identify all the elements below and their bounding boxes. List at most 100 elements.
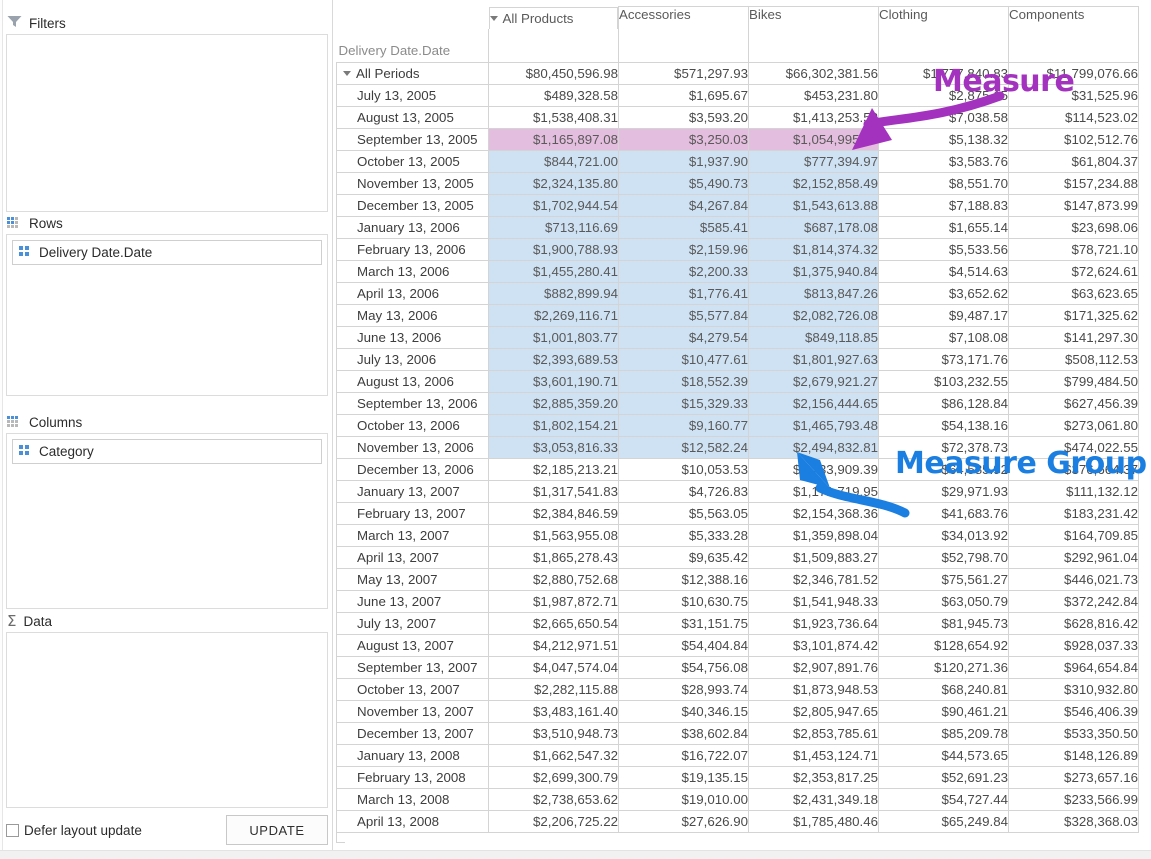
value-cell[interactable]: $1,655.14: [878, 216, 1009, 239]
value-cell[interactable]: $2,393,689.53: [488, 348, 619, 371]
value-cell[interactable]: $3,053,816.33: [488, 436, 619, 459]
value-cell[interactable]: $844,721.00: [488, 150, 619, 173]
column-header-bikes[interactable]: Bikes: [748, 6, 879, 63]
value-cell[interactable]: $9,635.42: [618, 546, 749, 569]
value-cell[interactable]: $78,721.10: [1008, 238, 1139, 261]
value-cell[interactable]: $147,873.99: [1008, 194, 1139, 217]
value-cell[interactable]: $1,801,927.63: [748, 348, 879, 371]
row-header[interactable]: December 13, 2006: [336, 458, 489, 481]
value-cell[interactable]: $7,188.83: [878, 194, 1009, 217]
value-cell[interactable]: $52,798.70: [878, 546, 1009, 569]
value-cell[interactable]: $2,665,650.54: [488, 612, 619, 635]
value-cell[interactable]: $474,022.55: [1008, 436, 1139, 459]
value-cell[interactable]: $2,885,359.20: [488, 392, 619, 415]
value-cell[interactable]: $15,329.33: [618, 392, 749, 415]
value-cell[interactable]: $1,465,793.48: [748, 414, 879, 437]
value-cell[interactable]: $376,664.37: [1008, 458, 1139, 481]
value-cell[interactable]: $1,317,541.83: [488, 480, 619, 503]
column-root-all-products[interactable]: All Products: [488, 6, 618, 29]
checkbox-box[interactable]: [6, 823, 19, 837]
value-cell[interactable]: $68,240.81: [878, 678, 1009, 701]
value-cell[interactable]: $72,624.61: [1008, 260, 1139, 283]
value-cell[interactable]: $90,461.21: [878, 700, 1009, 723]
value-cell[interactable]: $4,047,574.04: [488, 656, 619, 679]
row-header[interactable]: July 13, 2007: [336, 612, 489, 635]
row-header[interactable]: November 13, 2007: [336, 700, 489, 723]
value-cell[interactable]: $2,159.96: [618, 238, 749, 261]
row-header[interactable]: February 13, 2008: [336, 766, 489, 789]
value-cell[interactable]: $4,267.84: [618, 194, 749, 217]
value-cell[interactable]: $5,563.05: [618, 502, 749, 525]
value-cell[interactable]: $34,013.92: [878, 524, 1009, 547]
value-cell[interactable]: $1,865,278.43: [488, 546, 619, 569]
value-cell[interactable]: $2,200.33: [618, 260, 749, 283]
row-header[interactable]: July 13, 2006: [336, 348, 489, 371]
row-header-all-periods[interactable]: All Periods: [336, 62, 489, 85]
value-cell[interactable]: $2,805,947.65: [748, 700, 879, 723]
value-cell[interactable]: $3,510,948.73: [488, 722, 619, 745]
value-cell[interactable]: $2,156,444.65: [748, 392, 879, 415]
value-cell[interactable]: $446,021.73: [1008, 568, 1139, 591]
row-header[interactable]: March 13, 2006: [336, 260, 489, 283]
row-header[interactable]: January 13, 2008: [336, 744, 489, 767]
value-cell[interactable]: $849,118.85: [748, 326, 879, 349]
row-header[interactable]: April 13, 2007: [336, 546, 489, 569]
value-cell[interactable]: $2,494,832.81: [748, 436, 879, 459]
value-cell[interactable]: $111,132.12: [1008, 480, 1139, 503]
value-cell[interactable]: $2,431,349.18: [748, 788, 879, 811]
value-cell[interactable]: $533,350.50: [1008, 722, 1139, 745]
value-cell[interactable]: $273,657.16: [1008, 766, 1139, 789]
value-cell[interactable]: $1,695.67: [618, 84, 749, 107]
row-header[interactable]: August 13, 2007: [336, 634, 489, 657]
value-cell[interactable]: $1,900,788.93: [488, 238, 619, 261]
value-cell[interactable]: $3,101,874.42: [748, 634, 879, 657]
value-cell[interactable]: $1,777,840.83: [878, 62, 1009, 85]
value-cell[interactable]: $86,128.84: [878, 392, 1009, 415]
value-cell[interactable]: $102,512.76: [1008, 128, 1139, 151]
value-cell[interactable]: $3,593.20: [618, 106, 749, 129]
value-cell[interactable]: $65,249.84: [878, 810, 1009, 833]
value-cell[interactable]: $29,971.93: [878, 480, 1009, 503]
value-cell[interactable]: $1,814,374.32: [748, 238, 879, 261]
value-cell[interactable]: $75,561.27: [878, 568, 1009, 591]
value-cell[interactable]: $7,108.08: [878, 326, 1009, 349]
value-cell[interactable]: $1,455,280.41: [488, 260, 619, 283]
value-cell[interactable]: $148,126.89: [1008, 744, 1139, 767]
value-cell[interactable]: $489,328.58: [488, 84, 619, 107]
value-cell[interactable]: $2,384,846.59: [488, 502, 619, 525]
value-cell[interactable]: $2,353,817.25: [748, 766, 879, 789]
value-cell[interactable]: $63,050.79: [878, 590, 1009, 613]
value-cell[interactable]: $54,404.84: [618, 634, 749, 657]
value-cell[interactable]: $1,785,480.46: [748, 810, 879, 833]
value-cell[interactable]: $2,907,891.76: [748, 656, 879, 679]
row-header[interactable]: October 13, 2005: [336, 150, 489, 173]
value-cell[interactable]: $10,053.53: [618, 458, 749, 481]
value-cell[interactable]: $3,601,190.71: [488, 370, 619, 393]
row-header[interactable]: December 13, 2005: [336, 194, 489, 217]
value-cell[interactable]: $687,178.08: [748, 216, 879, 239]
value-cell[interactable]: $1,509,883.27: [748, 546, 879, 569]
value-cell[interactable]: $546,406.39: [1008, 700, 1139, 723]
row-header[interactable]: May 13, 2006: [336, 304, 489, 327]
value-cell[interactable]: $2,282,115.88: [488, 678, 619, 701]
value-cell[interactable]: $1,937.90: [618, 150, 749, 173]
value-cell[interactable]: $1,538,408.31: [488, 106, 619, 129]
row-header[interactable]: September 13, 2005: [336, 128, 489, 151]
value-cell[interactable]: $928,037.33: [1008, 634, 1139, 657]
value-cell[interactable]: $1,453,124.71: [748, 744, 879, 767]
value-cell[interactable]: $2,880,752.68: [488, 568, 619, 591]
value-cell[interactable]: $273,061.80: [1008, 414, 1139, 437]
value-cell[interactable]: $4,726.83: [618, 480, 749, 503]
row-header[interactable]: March 13, 2007: [336, 524, 489, 547]
value-cell[interactable]: $2,738,653.62: [488, 788, 619, 811]
value-cell[interactable]: $882,899.94: [488, 282, 619, 305]
value-cell[interactable]: $5,490.73: [618, 172, 749, 195]
value-cell[interactable]: $1,563,955.08: [488, 524, 619, 547]
value-cell[interactable]: $66,302,381.56: [748, 62, 879, 85]
value-cell[interactable]: $72,378.73: [878, 436, 1009, 459]
value-cell[interactable]: $5,138.32: [878, 128, 1009, 151]
value-cell[interactable]: $38,602.84: [618, 722, 749, 745]
row-header[interactable]: December 13, 2007: [336, 722, 489, 745]
rows-field-chip-delivery-date[interactable]: Delivery Date.Date: [12, 240, 322, 265]
row-header[interactable]: February 13, 2006: [336, 238, 489, 261]
